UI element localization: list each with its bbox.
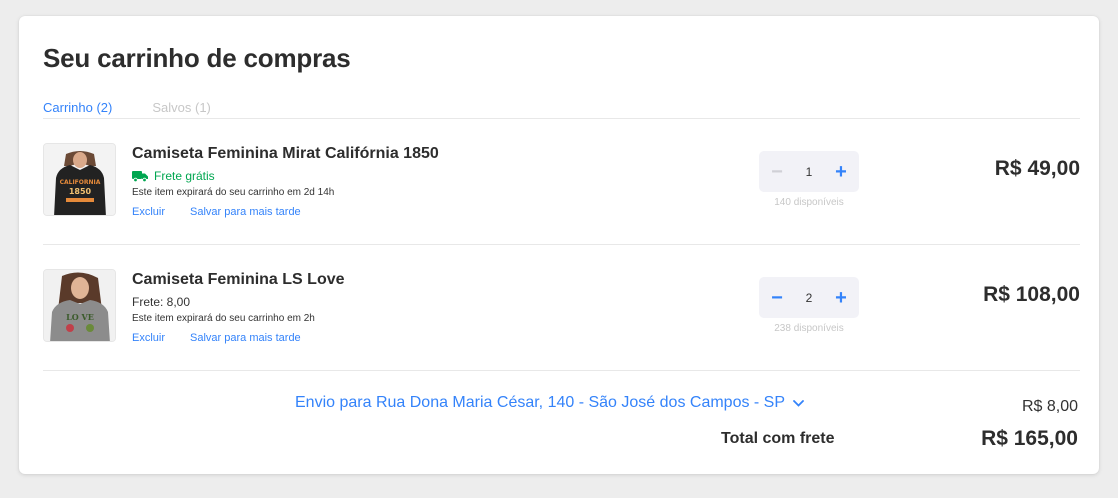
item-price: R$ 108,00 bbox=[983, 283, 1080, 306]
truck-icon bbox=[132, 170, 148, 182]
increase-quantity-button[interactable]: + bbox=[831, 288, 851, 308]
page-title: Seu carrinho de compras bbox=[43, 43, 351, 73]
shipping-info: Frete grátis bbox=[132, 169, 439, 183]
svg-text:1850: 1850 bbox=[69, 187, 92, 196]
cart-tabs: Carrinho (2) Salvos (1) bbox=[43, 100, 211, 118]
item-title[interactable]: Camiseta Feminina LS Love bbox=[132, 270, 345, 290]
shipping-label: Frete grátis bbox=[154, 169, 215, 183]
item-price: R$ 49,00 bbox=[994, 157, 1080, 180]
item-actions: Excluir Salvar para mais tarde bbox=[132, 205, 439, 219]
shipping-label: Frete: 8,00 bbox=[132, 295, 191, 309]
total-label: Total com frete bbox=[721, 430, 835, 447]
delete-button[interactable]: Excluir bbox=[132, 205, 165, 219]
available-stock: 140 disponíveis bbox=[774, 197, 844, 208]
shipping-info: Frete: 8,00 bbox=[132, 295, 345, 309]
svg-text:LO VE: LO VE bbox=[66, 312, 94, 322]
product-image[interactable]: CALIFORNIA 1850 bbox=[43, 143, 116, 216]
delete-button[interactable]: Excluir bbox=[132, 331, 165, 345]
item-title[interactable]: Camiseta Feminina Mirat Califórnia 1850 bbox=[132, 144, 439, 164]
quantity-value: 2 bbox=[805, 290, 813, 305]
cart-item: CALIFORNIA 1850 Camiseta Feminina Mirat … bbox=[43, 119, 1080, 245]
item-actions: Excluir Salvar para mais tarde bbox=[132, 331, 345, 345]
available-stock: 238 disponíveis bbox=[774, 323, 844, 334]
item-info: Camiseta Feminina LS Love Frete: 8,00 Es… bbox=[132, 270, 345, 345]
save-for-later-button[interactable]: Salvar para mais tarde bbox=[190, 205, 301, 219]
cart-item: LO VE Camiseta Feminina LS Love Frete: 8… bbox=[43, 245, 1080, 371]
tab-saved[interactable]: Salvos (1) bbox=[152, 100, 211, 118]
decrease-quantity-button[interactable]: − bbox=[767, 288, 787, 308]
shipping-cost: R$ 8,00 bbox=[1021, 398, 1078, 415]
item-info: Camiseta Feminina Mirat Califórnia 1850 … bbox=[132, 144, 439, 219]
total-value: R$ 165,00 bbox=[981, 427, 1078, 450]
save-for-later-button[interactable]: Salvar para mais tarde bbox=[190, 331, 301, 345]
decrease-quantity-button[interactable]: − bbox=[767, 162, 787, 182]
expiry-notice: Este item expirará do seu carrinho em 2h bbox=[132, 313, 315, 324]
svg-text:CALIFORNIA: CALIFORNIA bbox=[60, 179, 101, 186]
shipping-address-label: Envio para Rua Dona Maria César, 140 - S… bbox=[295, 394, 786, 411]
tab-cart[interactable]: Carrinho (2) bbox=[43, 100, 112, 118]
quantity-stepper: − 1 + bbox=[759, 151, 859, 192]
cart-card: Seu carrinho de compras Carrinho (2) Sal… bbox=[19, 16, 1099, 474]
chevron-down-icon bbox=[793, 399, 804, 407]
increase-quantity-button[interactable]: + bbox=[831, 162, 851, 182]
expiry-notice: Este item expirará do seu carrinho em 2d… bbox=[132, 187, 335, 198]
quantity-value: 1 bbox=[805, 164, 813, 179]
product-image[interactable]: LO VE bbox=[43, 269, 116, 342]
quantity-stepper: − 2 + bbox=[759, 277, 859, 318]
shipping-address-selector[interactable]: Envio para Rua Dona Maria César, 140 - S… bbox=[295, 394, 804, 412]
